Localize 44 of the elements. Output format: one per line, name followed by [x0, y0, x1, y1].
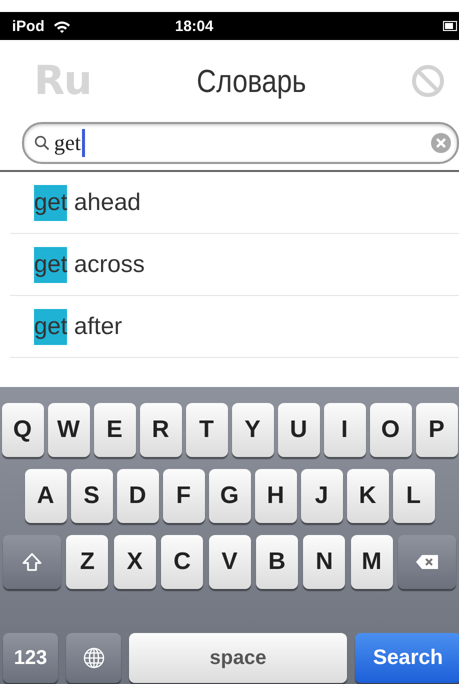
letter-key[interactable]: X [114, 535, 156, 589]
letter-key[interactable]: M [350, 535, 393, 589]
letter-key[interactable]: A [24, 469, 66, 523]
search-icon [34, 135, 50, 151]
letter-key[interactable]: F [162, 469, 204, 523]
letter-key[interactable]: R [140, 403, 182, 457]
globe-icon [82, 647, 104, 669]
screen-title: Словарь [196, 62, 306, 100]
letter-key[interactable]: U [278, 403, 320, 457]
letter-key[interactable]: H [254, 469, 296, 523]
status-time: 18:04 [175, 18, 214, 34]
letter-key[interactable]: W [48, 403, 90, 457]
carrier-label: iPod [12, 18, 44, 34]
letter-key[interactable]: C [161, 535, 204, 589]
letter-key[interactable]: L [392, 469, 434, 523]
letter-key[interactable]: G [208, 469, 250, 523]
clear-icon [431, 133, 451, 153]
letter-key[interactable]: E [94, 403, 136, 457]
letter-key[interactable]: Z [66, 535, 108, 589]
letter-key[interactable]: N [303, 535, 346, 589]
space-key[interactable]: space [129, 633, 347, 683]
globe-key[interactable] [66, 633, 121, 683]
letter-key[interactable]: D [116, 469, 158, 523]
letter-key[interactable]: J [300, 469, 342, 523]
letter-key[interactable]: Y [232, 403, 274, 457]
letter-key[interactable]: T [186, 403, 228, 457]
letter-key[interactable]: K [346, 469, 388, 523]
wifi-icon [52, 20, 70, 32]
letter-key[interactable]: O [370, 403, 412, 457]
letter-key[interactable]: P [416, 403, 458, 457]
backspace-icon [415, 554, 439, 570]
up-arrow-icon [22, 553, 42, 571]
letter-key[interactable]: Q [2, 403, 44, 457]
prohibited-icon [411, 64, 445, 98]
letter-key[interactable]: B [256, 535, 298, 589]
numbers-key[interactable]: 123 [3, 633, 58, 683]
search-field[interactable]: get [22, 122, 459, 164]
shift-key[interactable] [3, 535, 61, 589]
search-key[interactable]: Search [355, 633, 459, 683]
letter-key[interactable]: V [208, 535, 250, 589]
battery-icon [443, 21, 457, 31]
letter-key[interactable]: S [70, 469, 112, 523]
delete-key[interactable] [398, 535, 456, 589]
letter-key[interactable]: I [324, 403, 366, 457]
